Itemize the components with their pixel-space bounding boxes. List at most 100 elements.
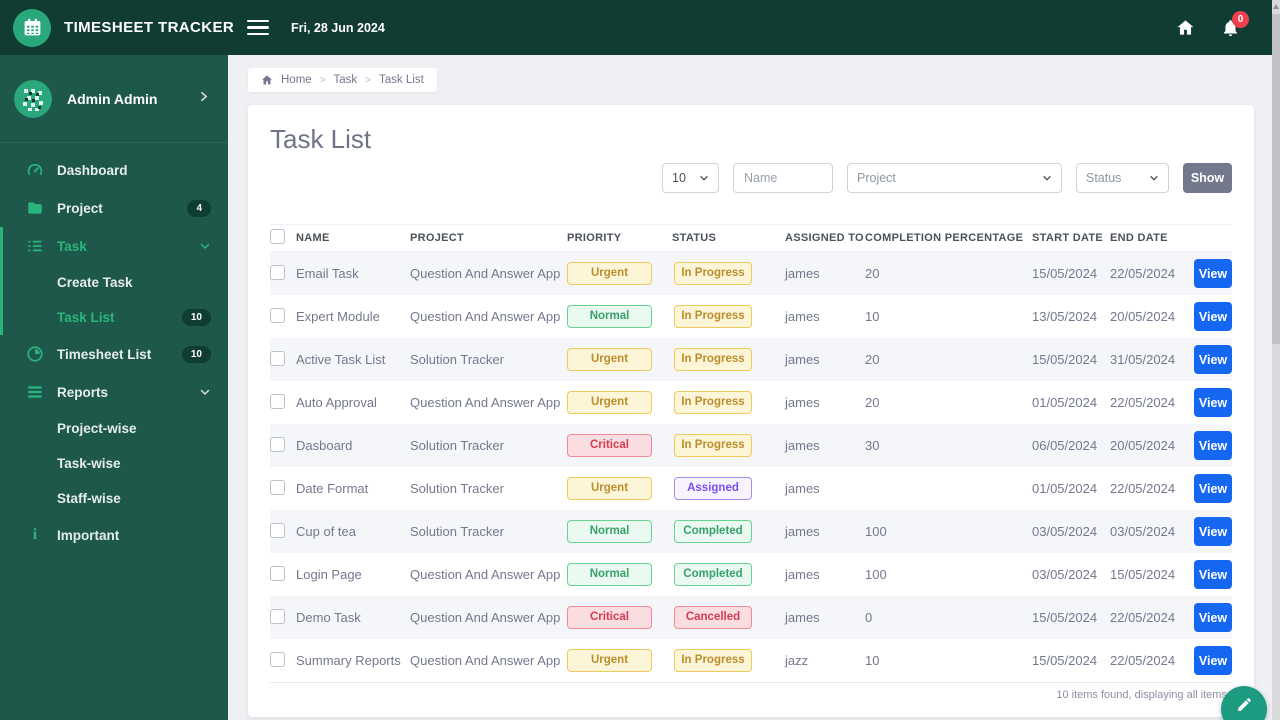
task-list-count-badge: 10 [181, 309, 211, 326]
task-project: Question And Answer App [410, 610, 561, 625]
assigned-to: james [785, 266, 820, 281]
sidebar-item-staff-wise[interactable]: Staff-wise [0, 481, 228, 516]
row-checkbox[interactable] [270, 651, 285, 667]
home-icon[interactable] [1176, 18, 1195, 37]
task-list-card: Task List 10 Project Status Show NAME PR… [248, 105, 1254, 717]
current-date: Fri, 28 Jun 2024 [291, 20, 385, 35]
status-badge: In Progress [674, 305, 752, 328]
task-project: Question And Answer App [410, 309, 561, 324]
start-date: 15/05/2024 [1032, 266, 1098, 281]
row-checkbox[interactable] [270, 393, 285, 409]
breadcrumb: Home > Task > Task List [248, 68, 437, 92]
breadcrumb-home[interactable]: Home [281, 74, 312, 86]
sidebar-item-task[interactable]: Task [3, 227, 228, 265]
breadcrumb-task[interactable]: Task [334, 74, 358, 86]
view-button[interactable]: View [1194, 603, 1232, 632]
task-project: Question And Answer App [410, 567, 561, 582]
task-list-icon [25, 237, 45, 255]
end-date: 20/05/2024 [1110, 309, 1176, 324]
task-table: NAME PROJECT PRIORITY STATUS ASSIGNED TO… [270, 224, 1232, 701]
start-date: 06/05/2024 [1032, 438, 1098, 453]
end-date: 03/05/2024 [1110, 524, 1176, 539]
row-checkbox[interactable] [270, 307, 285, 323]
view-button[interactable]: View [1194, 560, 1232, 589]
row-checkbox[interactable] [270, 608, 285, 624]
start-date: 01/05/2024 [1032, 481, 1098, 496]
status-badge: In Progress [674, 649, 752, 672]
priority-badge: Urgent [567, 262, 652, 285]
priority-badge: Critical [567, 606, 652, 629]
task-name: Dasboard [296, 438, 353, 453]
view-button[interactable]: View [1194, 474, 1232, 503]
view-button[interactable]: View [1194, 431, 1232, 460]
select-all-checkbox[interactable] [270, 229, 285, 244]
priority-badge: Normal [567, 520, 652, 543]
status-filter-select[interactable]: Status [1076, 163, 1169, 193]
sidebar-item-project-wise[interactable]: Project-wise [0, 411, 228, 446]
view-button[interactable]: View [1194, 517, 1232, 546]
task-project: Solution Tracker [410, 438, 504, 453]
completion-percentage: 30 [865, 438, 880, 453]
name-filter-input[interactable] [733, 163, 833, 193]
sidebar-item-timesheet-list[interactable]: Timesheet List 10 [0, 335, 228, 373]
row-checkbox[interactable] [270, 479, 285, 495]
end-date: 15/05/2024 [1110, 567, 1176, 582]
task-name: Demo Task [296, 610, 361, 625]
chevron-down-icon [699, 173, 709, 183]
completion-percentage: 100 [865, 567, 887, 582]
task-name: Summary Reports [296, 653, 401, 668]
completion-percentage: 0 [865, 610, 873, 625]
view-button[interactable]: View [1194, 646, 1232, 675]
table-header: NAME PROJECT PRIORITY STATUS ASSIGNED TO… [270, 224, 1232, 252]
show-button[interactable]: Show [1183, 163, 1232, 193]
row-checkbox[interactable] [270, 522, 285, 538]
table-body: Email Task Question And Answer App Urgen… [270, 252, 1232, 682]
sidebar-item-task-list[interactable]: Task List 10 [3, 300, 228, 335]
task-project: Solution Tracker [410, 524, 504, 539]
page-scrollbar[interactable] [1272, 0, 1280, 720]
breadcrumb-current: Task List [379, 74, 424, 86]
row-checkbox[interactable] [270, 350, 285, 366]
start-date: 03/05/2024 [1032, 524, 1098, 539]
task-project: Question And Answer App [410, 266, 561, 281]
view-button[interactable]: View [1194, 302, 1232, 331]
row-checkbox[interactable] [270, 436, 285, 452]
start-date: 15/05/2024 [1032, 610, 1098, 625]
view-button[interactable]: View [1194, 259, 1232, 288]
assigned-to: james [785, 481, 820, 496]
sidebar-item-task-wise[interactable]: Task-wise [0, 446, 228, 481]
view-button[interactable]: View [1194, 345, 1232, 374]
reports-list-icon [25, 383, 45, 401]
timesheet-count-badge: 10 [181, 345, 211, 363]
main-content: Home > Task > Task List Task List 10 Pro… [228, 55, 1280, 720]
sidebar-item-project[interactable]: Project 4 [0, 189, 228, 227]
table-row: Cup of tea Solution Tracker Normal Compl… [270, 510, 1232, 553]
sidebar-item-create-task[interactable]: Create Task [3, 265, 228, 300]
scroll-up-arrow[interactable] [1273, 4, 1279, 9]
menu-toggle-icon[interactable] [247, 19, 269, 36]
assigned-to: james [785, 524, 820, 539]
sidebar-item-reports[interactable]: Reports [0, 373, 228, 411]
priority-badge: Urgent [567, 477, 652, 500]
row-checkbox[interactable] [270, 264, 285, 280]
chevron-down-icon [199, 386, 211, 398]
sidebar-item-dashboard[interactable]: Dashboard [0, 151, 228, 189]
end-date: 22/05/2024 [1110, 395, 1176, 410]
task-name: Active Task List [296, 352, 386, 367]
user-profile[interactable]: Admin Admin [0, 55, 228, 143]
project-filter-select[interactable]: Project [847, 163, 1062, 193]
task-project: Solution Tracker [410, 481, 504, 496]
chevron-down-icon [199, 240, 211, 252]
row-checkbox[interactable] [270, 565, 285, 581]
sidebar-item-important[interactable]: i Important [0, 516, 228, 554]
table-row: Email Task Question And Answer App Urgen… [270, 252, 1232, 295]
assigned-to: james [785, 567, 820, 582]
view-button[interactable]: View [1194, 388, 1232, 417]
table-row: Summary Reports Question And Answer App … [270, 639, 1232, 682]
table-row: Expert Module Question And Answer App No… [270, 295, 1232, 338]
scroll-thumb[interactable] [1272, 14, 1280, 344]
page-size-select[interactable]: 10 [662, 163, 719, 193]
completion-percentage: 100 [865, 524, 887, 539]
status-badge: Completed [674, 520, 752, 543]
notifications-bell-icon[interactable]: 0 [1221, 10, 1249, 38]
